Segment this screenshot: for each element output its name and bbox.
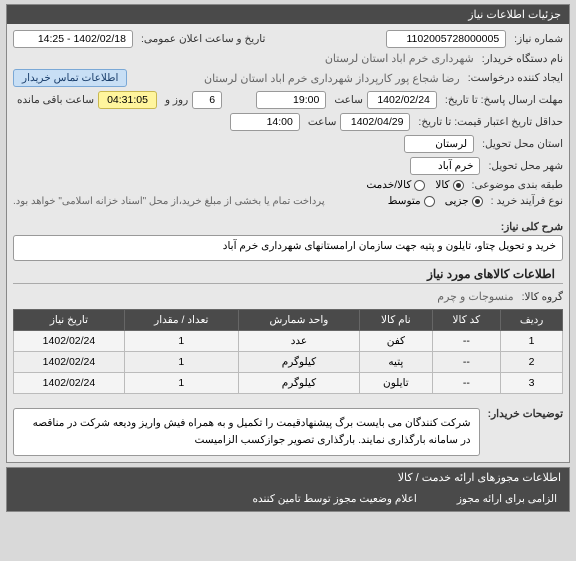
table-header-row: ردیف کد کالا نام کالا واحد شمارش تعداد /… — [14, 310, 563, 331]
table-cell: 1 — [124, 352, 238, 373]
need-details-header: جزئیات اطلاعات نیاز — [7, 5, 569, 24]
process-group: جزیی متوسط — [388, 195, 483, 207]
need-details-panel: جزئیات اطلاعات نیاز شماره نیاز: 11020057… — [6, 4, 570, 463]
radio-selected-icon — [472, 196, 483, 207]
process-partial-radio[interactable]: جزیی — [445, 195, 483, 207]
table-cell: 1402/02/24 — [14, 373, 125, 394]
process-label: نوع فرآیند خرید : — [491, 195, 563, 207]
city-field: خرم آباد — [410, 157, 480, 175]
city-label: شهر محل تحویل: — [488, 160, 563, 172]
buyer-notes-label: توضیحات خریدار: — [488, 402, 563, 420]
col-code: کد کالا — [432, 310, 501, 331]
day-label: روز و — [165, 94, 188, 106]
services-panel: اطلاعات مجوزهای ارائه خدمت / کالا الزامی… — [6, 467, 570, 512]
creator-label: ایجاد کننده درخواست: — [468, 72, 563, 84]
price-validity-time-label: ساعت — [308, 116, 337, 128]
services-tabs: الزامی برای ارائه مجوز اعلام وضعیت مجوز … — [7, 487, 569, 511]
radio-selected-icon — [453, 180, 464, 191]
subject-service-label: کالا/خدمت — [366, 179, 411, 191]
deadline-time-field: 19:00 — [256, 91, 326, 109]
process-partial-label: جزیی — [445, 195, 469, 207]
subject-class-group: کالا کالا/خدمت — [366, 179, 463, 191]
deadline-date-field: 1402/02/24 — [367, 91, 437, 109]
days-left-field: 6 — [192, 91, 222, 109]
remaining-label: ساعت باقی مانده — [17, 94, 94, 106]
buyer-org-label: نام دستگاه خریدار: — [482, 53, 563, 65]
services-header: اطلاعات مجوزهای ارائه خدمت / کالا — [7, 468, 569, 487]
buyer-org-value: شهرداری خرم اباد استان لرستان — [325, 52, 474, 65]
subject-class-label: طبقه بندی موضوعی: — [472, 179, 563, 191]
price-validity-label: حداقل تاریخ اعتبار قیمت: تا تاریخ: — [418, 116, 563, 128]
table-cell: 2 — [501, 352, 563, 373]
subject-kala-radio[interactable]: کالا — [435, 179, 463, 191]
table-cell: 3 — [501, 373, 563, 394]
contact-buyer-button[interactable]: اطلاعات تماس خریدار — [13, 69, 127, 87]
need-number-field: 1102005728000005 — [386, 30, 506, 48]
col-name: نام کالا — [360, 310, 432, 331]
group-value: منسوجات و چرم — [437, 290, 513, 303]
province-field: لرستان — [404, 135, 474, 153]
table-cell: 1 — [501, 331, 563, 352]
subject-service-radio[interactable]: کالا/خدمت — [366, 179, 425, 191]
goods-table: ردیف کد کالا نام کالا واحد شمارش تعداد /… — [13, 309, 563, 394]
table-row[interactable]: 1--کفنعدد11402/02/24 — [14, 331, 563, 352]
table-cell: -- — [432, 373, 501, 394]
col-qty: تعداد / مقدار — [124, 310, 238, 331]
subject-kala-label: کالا — [435, 179, 449, 191]
creator-value: رضا شجاع پور کارپرداز شهرداری خرم اباد ا… — [204, 72, 460, 85]
table-cell: پتیه — [360, 352, 432, 373]
table-row[interactable]: 2--پتیهکیلوگرم11402/02/24 — [14, 352, 563, 373]
table-cell: کیلوگرم — [238, 373, 360, 394]
desc-label: شرح کلی نیاز: — [501, 221, 563, 233]
table-cell: کیلوگرم — [238, 352, 360, 373]
goods-section-title: اطلاعات کالاهای مورد نیاز — [13, 261, 563, 284]
desc-field: خرید و تحویل چتاو، تایلون و پتیه جهت ساز… — [13, 235, 563, 261]
table-row[interactable]: 3--تایلونکیلوگرم11402/02/24 — [14, 373, 563, 394]
col-row: ردیف — [501, 310, 563, 331]
need-number-label: شماره نیاز: — [514, 33, 563, 45]
col-unit: واحد شمارش — [238, 310, 360, 331]
group-label: گروه کالا: — [522, 291, 563, 303]
deadline-label: مهلت ارسال پاسخ: تا تاریخ: — [445, 94, 563, 106]
table-cell: -- — [432, 331, 501, 352]
province-label: استان محل تحویل: — [482, 138, 563, 150]
table-cell: تایلون — [360, 373, 432, 394]
table-cell: 1 — [124, 373, 238, 394]
table-cell: کفن — [360, 331, 432, 352]
process-med-label: متوسط — [388, 195, 421, 207]
col-date: تاریخ نیاز — [14, 310, 125, 331]
countdown-field: 04:31:05 — [98, 91, 157, 109]
radio-unselected-icon — [414, 180, 425, 191]
price-validity-time-field: 14:00 — [230, 113, 300, 131]
radio-unselected-icon — [424, 196, 435, 207]
table-cell: 1402/02/24 — [14, 331, 125, 352]
table-cell: -- — [432, 352, 501, 373]
table-cell: 1402/02/24 — [14, 352, 125, 373]
deadline-time-label: ساعت — [334, 94, 363, 106]
process-med-radio[interactable]: متوسط — [388, 195, 435, 207]
tab-required-license[interactable]: الزامی برای ارائه مجوز — [457, 493, 557, 505]
payment-note: پرداخت تمام یا بخشی از مبلغ خرید،از محل … — [13, 196, 325, 207]
announce-label: تاریخ و ساعت اعلان عمومی: — [141, 33, 265, 45]
announce-field: 1402/02/18 - 14:25 — [13, 30, 133, 48]
price-validity-date-field: 1402/04/29 — [340, 113, 410, 131]
buyer-notes-field: شرکت کنندگان می بایست برگ پیشنهادقیمت را… — [13, 408, 480, 456]
table-cell: 1 — [124, 331, 238, 352]
tab-supplier-status[interactable]: اعلام وضعیت مجوز توسط تامین کننده — [252, 493, 416, 505]
table-cell: عدد — [238, 331, 360, 352]
